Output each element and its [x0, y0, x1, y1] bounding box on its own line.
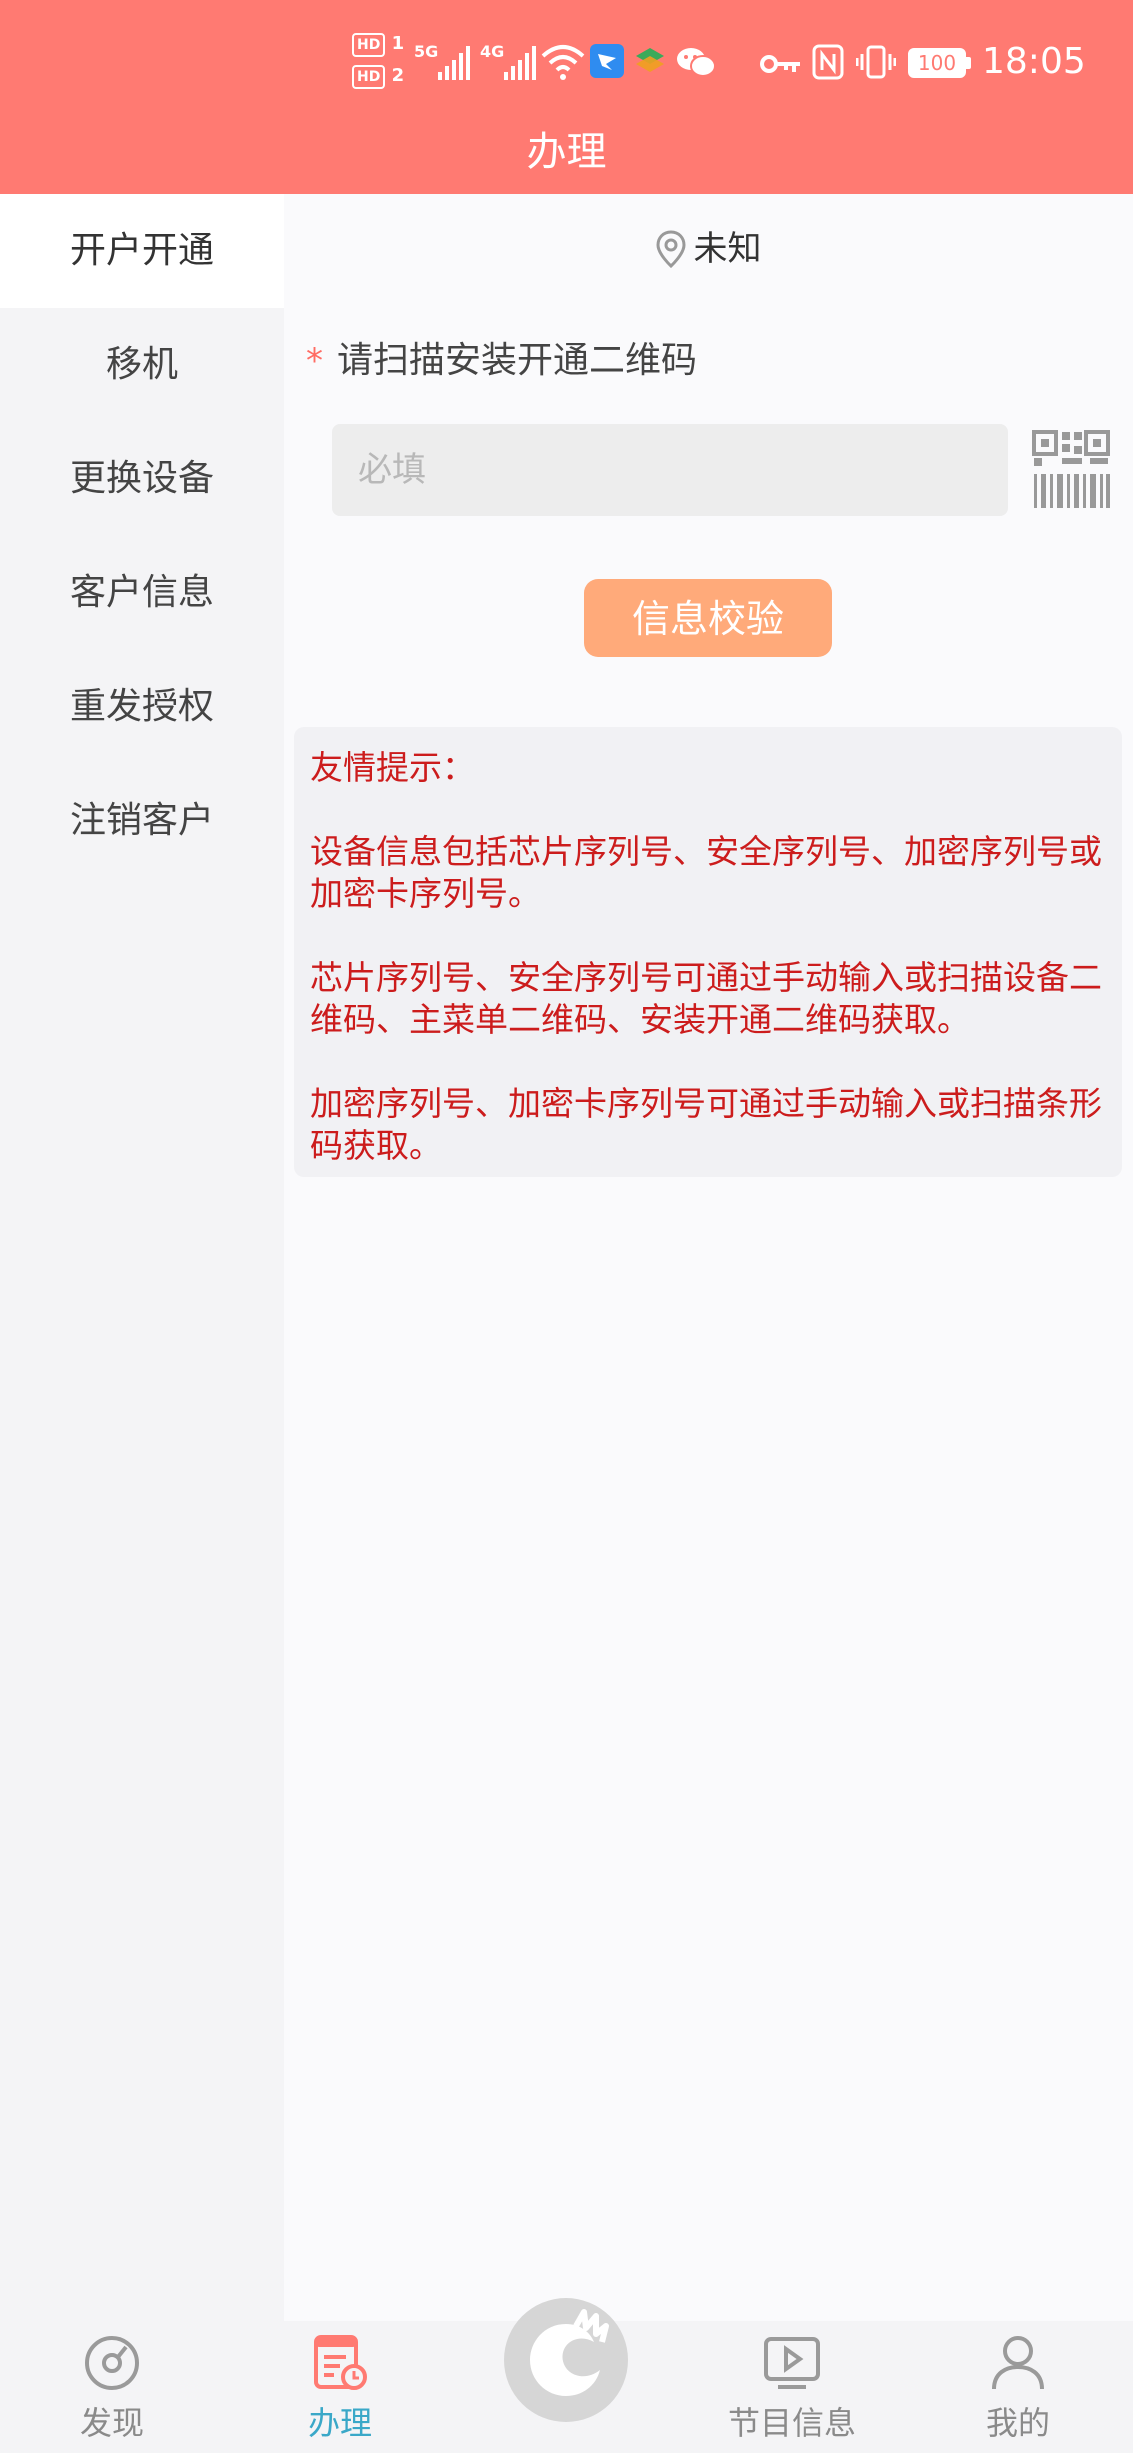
compass-icon [85, 2336, 139, 2390]
sidebar-item-cancel-customer[interactable]: 注销客户 [0, 764, 284, 878]
sidebar: 开户开通 移机 更换设备 客户信息 重发授权 注销客户 [0, 194, 284, 2321]
qr-field-label: * 请扫描安装开通二维码 [306, 336, 697, 386]
sidebar-item-replace-device[interactable]: 更换设备 [0, 422, 284, 536]
location-pin-icon [655, 230, 686, 269]
nav-mine[interactable]: 我的 [928, 2321, 1108, 2453]
required-mark: * [306, 341, 323, 381]
nav-discover[interactable]: 发现 [22, 2321, 202, 2453]
sidebar-item-open-account[interactable]: 开户开通 [0, 194, 284, 308]
battery-icon: 100 [908, 48, 966, 78]
verify-info-button[interactable]: 信息校验 [584, 579, 832, 657]
sidebar-item-reissue-auth[interactable]: 重发授权 [0, 650, 284, 764]
nav-handle-label: 办理 [307, 2404, 372, 2442]
page-title: 办理 [526, 129, 607, 175]
app-logo-icon [530, 2309, 609, 2396]
play-tv-icon [764, 2337, 820, 2389]
tips-line-1: 设备信息包括芯片序列号、安全序列号、加密序列号或加密卡序列号。 [310, 832, 1102, 913]
sidebar-item-relocate[interactable]: 移机 [0, 308, 284, 422]
nfc-icon [812, 44, 844, 80]
qr-field-label-text: 请扫描安装开通二维码 [337, 340, 698, 381]
main-panel: 未知 * 请扫描安装开通二维码 必填 信息校验 友情提示： 设备信息包括芯片序列… [284, 194, 1133, 2321]
dingtalk-icon [590, 44, 624, 78]
tips-title: 友情提示： [310, 748, 475, 787]
status-time: 18:05 [982, 41, 1086, 82]
form-clock-icon [314, 2335, 367, 2390]
location-text: 未知 [693, 229, 762, 269]
app-header: HD 1 HD 2 5G 4G 100 18:05 办理 [0, 0, 1133, 194]
hd2-indicator: HD 2 [352, 62, 406, 90]
nav-program-info-label: 节目信息 [727, 2404, 856, 2442]
hd1-indicator: HD 1 [352, 30, 406, 58]
status-bar: HD 1 HD 2 5G 4G 100 18:05 [0, 0, 1133, 130]
nav-discover-label: 发现 [79, 2404, 144, 2442]
center-home-button[interactable] [504, 2298, 628, 2422]
qr-code-input[interactable] [332, 424, 1008, 516]
tips-line-2: 芯片序列号、安全序列号可通过手动输入或扫描设备二维码、主菜单二维码、安装开通二维… [310, 958, 1102, 1039]
key-icon [760, 55, 800, 73]
hd-indicators: HD 1 HD 2 [352, 30, 406, 96]
nav-handle[interactable]: 办理 [250, 2321, 430, 2453]
tips-line-3: 加密序列号、加密卡序列号可通过手动输入或扫描条形码获取。 [310, 1084, 1102, 1165]
nav-program-info[interactable]: 节目信息 [702, 2321, 882, 2453]
sidebar-item-customer-info[interactable]: 客户信息 [0, 536, 284, 650]
tips-box: 友情提示： 设备信息包括芯片序列号、安全序列号、加密序列号或加密卡序列号。 芯片… [294, 727, 1122, 1177]
vibrate-icon [856, 45, 896, 79]
scan-qr-icon[interactable] [1032, 430, 1112, 510]
screen: HD 1 HD 2 5G 4G 100 18:05 办理 开户开通 移机 更换设… [0, 0, 1133, 2453]
wechat-icon [677, 48, 716, 77]
wifi-icon [541, 45, 585, 80]
battery-tip [966, 57, 971, 69]
app-stack-icon [636, 48, 664, 72]
user-icon [992, 2336, 1044, 2390]
location-display[interactable]: 未知 [284, 224, 1133, 274]
nav-mine-label: 我的 [985, 2404, 1050, 2442]
